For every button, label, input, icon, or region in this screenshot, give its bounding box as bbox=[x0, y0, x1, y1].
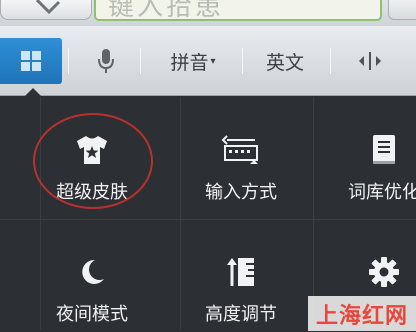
top-bar: 键入拾患 bbox=[0, 0, 416, 26]
keyboard-input-icon bbox=[221, 135, 258, 164]
height-adjust-icon bbox=[227, 258, 254, 286]
search-input[interactable]: 键入拾患 bbox=[94, 0, 382, 21]
menu-item-label: 输入方式 bbox=[205, 182, 277, 203]
dictionary-icon bbox=[373, 135, 395, 164]
tab-pinyin[interactable]: 拼音 ▾ bbox=[150, 38, 236, 84]
input-placeholder: 键入拾患 bbox=[108, 0, 225, 21]
grid-icon bbox=[21, 51, 41, 71]
tab-pinyin-label: 拼音 bbox=[170, 51, 209, 74]
voice-button[interactable] bbox=[78, 38, 134, 84]
toolbar-separator bbox=[330, 48, 331, 74]
moon-icon bbox=[82, 259, 104, 284]
gear-icon bbox=[369, 257, 399, 287]
menu-item-dictionary[interactable]: 词库优化 bbox=[314, 100, 416, 210]
toolbar-separator bbox=[68, 48, 69, 74]
toolbar: 拼音 ▾ 英文 bbox=[0, 26, 416, 96]
cursor-move-button[interactable] bbox=[340, 38, 400, 84]
menu-item-input-method[interactable]: 输入方式 bbox=[171, 100, 311, 210]
tab-english[interactable]: 英文 bbox=[250, 38, 320, 84]
back-arrow-icon bbox=[35, 0, 61, 15]
cursor-move-icon bbox=[359, 52, 381, 70]
toolbar-separator bbox=[242, 48, 243, 74]
microphone-icon bbox=[98, 49, 114, 73]
back-button[interactable] bbox=[0, 0, 92, 20]
menu-item-label: 夜间模式 bbox=[56, 304, 128, 325]
menu-item-label: 词库优化 bbox=[348, 182, 416, 203]
watermark: 上海红网 bbox=[308, 296, 416, 331]
tab-english-label: 英文 bbox=[265, 51, 304, 74]
panel-pointer bbox=[24, 88, 42, 97]
grid-line bbox=[0, 219, 416, 220]
menu-item-label: 高度调节 bbox=[205, 304, 277, 325]
toolbar-separator bbox=[140, 48, 141, 74]
annotation-circle bbox=[33, 113, 153, 209]
chevron-down-icon: ▾ bbox=[210, 55, 216, 67]
menu-item-height-adjust[interactable]: 高度调节 bbox=[171, 222, 311, 332]
menu-item-night-mode[interactable]: 夜间模式 bbox=[22, 222, 162, 332]
menu-grid-button[interactable] bbox=[0, 38, 62, 84]
top-right-button[interactable] bbox=[388, 0, 416, 20]
